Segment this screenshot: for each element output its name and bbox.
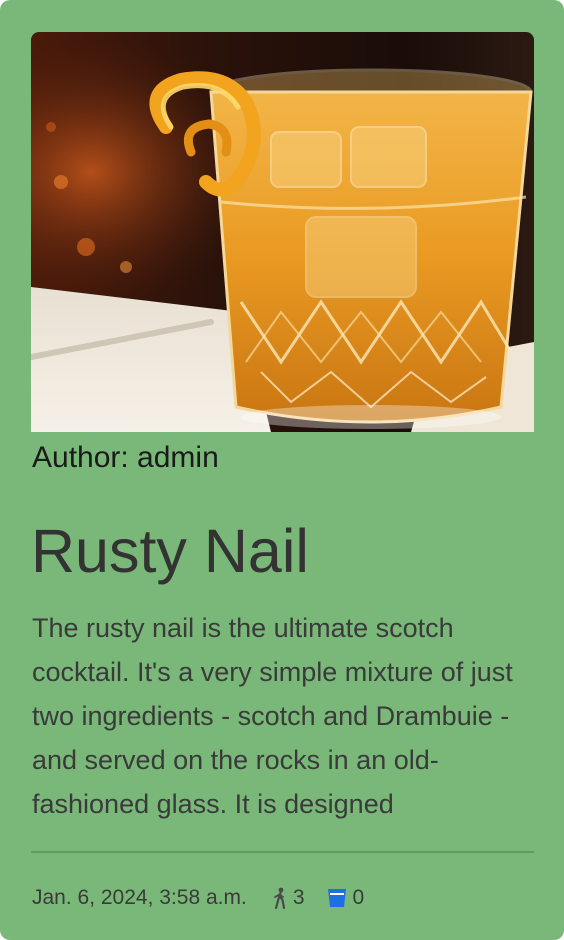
drinks-stat: 0 xyxy=(327,886,365,910)
author-line: Author: admin xyxy=(32,441,219,474)
post-date: Jan. 6, 2024, 3:58 a.m. xyxy=(32,886,247,909)
glass-icon xyxy=(327,889,346,907)
recipe-title[interactable]: Rusty Nail xyxy=(31,514,309,588)
recipe-card[interactable]: Author: admin Rusty Nail The rusty nail … xyxy=(0,0,564,940)
cocktail-image[interactable] xyxy=(31,32,534,432)
drinks-count: 0 xyxy=(352,886,365,909)
views-stat: 3 xyxy=(273,886,305,910)
views-count: 3 xyxy=(292,886,305,909)
card-footer: Jan. 6, 2024, 3:58 a.m. 3 0 xyxy=(32,880,386,916)
card-divider xyxy=(31,851,534,853)
walking-person-icon xyxy=(273,887,285,909)
recipe-description: The rusty nail is the ultimate scotch co… xyxy=(32,613,513,819)
